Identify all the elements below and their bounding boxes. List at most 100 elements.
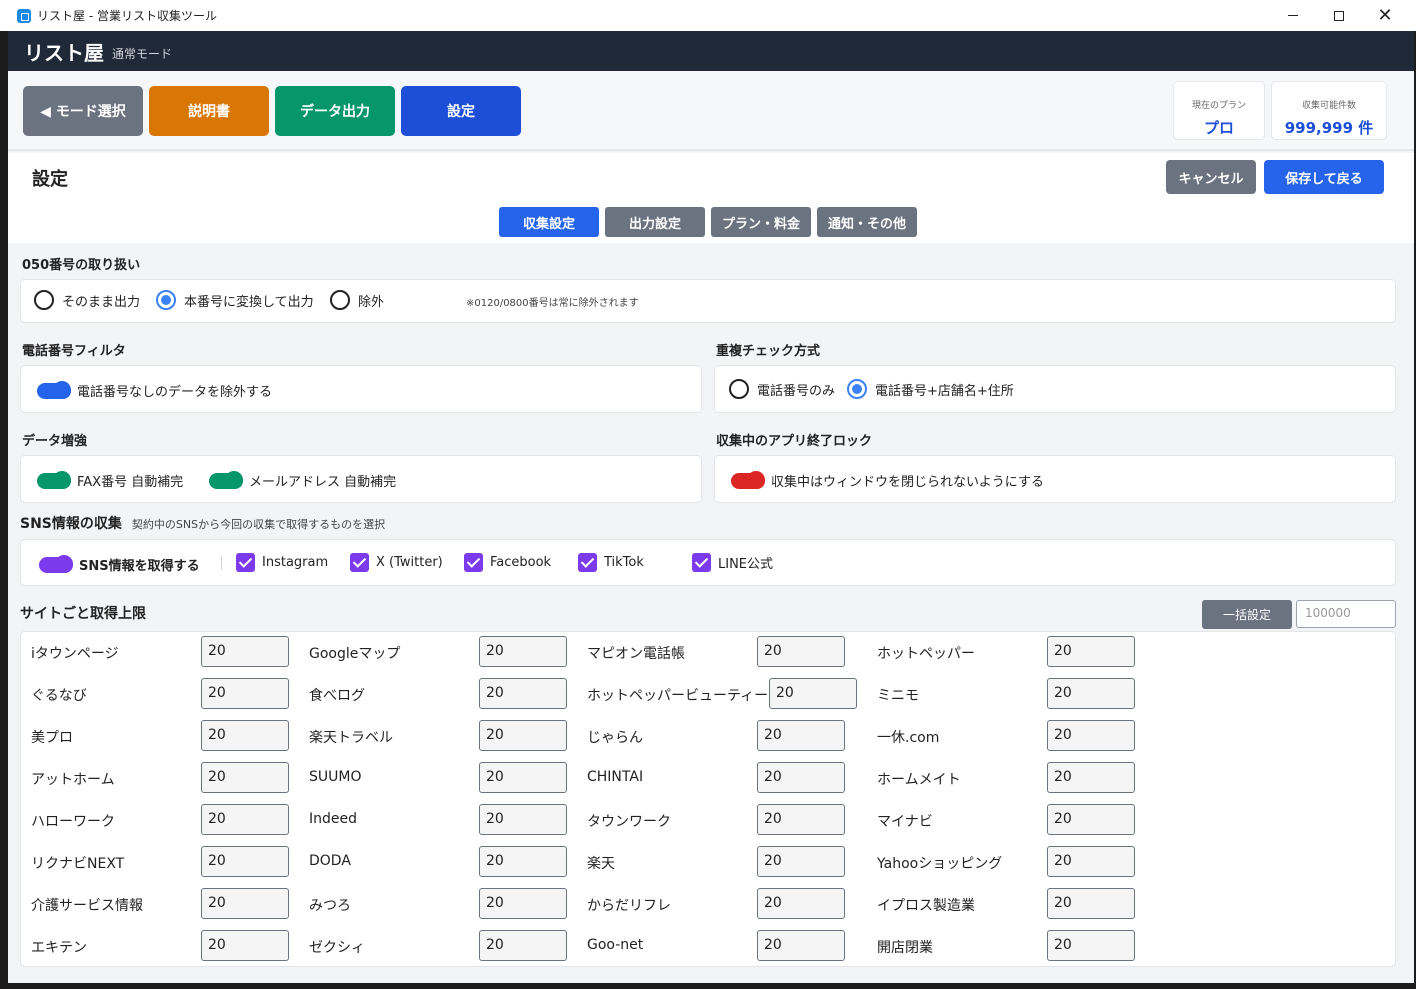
tab-collect[interactable]: 収集設定 [499,207,599,237]
site-limit-input[interactable]: 20 [201,930,289,961]
site-name-label: タウンワーク [587,814,671,830]
radio-label: そのまま出力 [62,294,141,310]
bulk-value-input[interactable]: 100000 [1296,600,1396,628]
settings-header: 設定 キャンセル 保存して戻る 収集設定 出力設定 プラン・料金 通知・その他 [8,153,1414,243]
site-limit-input[interactable]: 20 [479,930,567,961]
app-lock-toggle[interactable]: 収集中はウィンドウを閉じられないようにする [731,470,1044,490]
checkbox-label: X (Twitter) [376,555,443,570]
maximize-button[interactable] [1316,0,1362,31]
site-limit-input[interactable]: 20 [479,720,567,751]
site-limit-input[interactable]: 20 [201,888,289,919]
site-limit-input[interactable]: 20 [757,804,845,835]
site-name-label: Goo-net [587,937,644,953]
close-button[interactable]: ✕ [1362,0,1408,31]
site-limit-input[interactable]: 20 [757,762,845,793]
toggle-switch [209,470,243,489]
fax-toggle[interactable]: FAX番号 自動補完 [37,470,183,490]
sns-check-x[interactable]: X (Twitter) [350,553,443,572]
site-name-label: じゃらん [587,730,643,746]
site-limit-input[interactable]: 20 [201,678,289,709]
n050-note: ※0120/0800番号は常に除外されます [466,298,639,309]
phone-filter-toggle[interactable]: 電話番号なしのデータを除外する [37,380,272,400]
site-limit-input[interactable]: 20 [201,720,289,751]
site-limit-input[interactable]: 20 [201,846,289,877]
site-name-label: 介護サービス情報 [31,898,143,914]
export-button[interactable]: データ出力 [275,86,395,136]
site-limit-input[interactable]: 20 [479,678,567,709]
toggle-switch [39,554,73,573]
site-limit-input[interactable]: 20 [479,762,567,793]
settings-button[interactable]: 設定 [401,86,521,136]
site-name-label: ゼクシィ [309,940,365,956]
radio-label: 電話番号+店舗名+住所 [875,383,1014,399]
site-limit-input[interactable]: 20 [1047,720,1135,751]
site-name-label: ホットペッパービューティー [587,688,769,704]
checkbox-label: TikTok [604,555,644,570]
manual-button[interactable]: 説明書 [149,86,269,136]
save-button[interactable]: 保存して戻る [1264,160,1384,194]
dup-option-full[interactable]: 電話番号+店舗名+住所 [847,379,1014,399]
n050-option-keep[interactable]: そのまま出力 [34,290,140,310]
site-limit-input[interactable]: 20 [1047,930,1135,961]
site-limit-input[interactable]: 20 [757,888,845,919]
bulk-set-button[interactable]: 一括設定 [1202,600,1292,629]
minimize-icon [1288,15,1298,16]
sns-check-facebook[interactable]: Facebook [464,553,551,572]
site-name-label: ホームメイト [877,772,961,788]
app-mode: 通常モード [112,46,173,61]
sns-subtitle: 契約中のSNSから今回の収集で取得するものを選択 [131,518,386,531]
n050-option-convert[interactable]: 本番号に変換して出力 [156,290,314,310]
tab-other[interactable]: 通知・その他 [817,207,917,237]
site-name-label: 一休.com [877,730,940,746]
sns-check-line[interactable]: LINE公式 [692,553,773,572]
site-limit-input[interactable]: 20 [757,930,845,961]
sns-check-instagram[interactable]: Instagram [236,553,328,572]
site-limit-input[interactable]: 20 [201,804,289,835]
checkbox-checked-icon [578,553,597,572]
site-name-label: CHINTAI [587,769,644,785]
site-limit-input[interactable]: 20 [1047,888,1135,919]
email-toggle[interactable]: メールアドレス 自動補完 [209,470,396,490]
site-name-label: みつろ [309,898,351,914]
window-titlebar: リスト屋 - 営業リスト収集ツール ✕ [0,0,1416,31]
site-limit-input[interactable]: 20 [757,636,845,667]
site-limit-input[interactable]: 20 [1047,762,1135,793]
radio-icon [729,379,749,399]
dup-option-phone[interactable]: 電話番号のみ [729,379,835,399]
site-limits-title: サイトごと取得上限 [20,606,146,622]
site-limit-input[interactable]: 20 [201,636,289,667]
phone-filter-card: 電話番号なしのデータを除外する [20,365,702,413]
cancel-button[interactable]: キャンセル [1166,160,1256,194]
site-limit-input[interactable]: 20 [1047,846,1135,877]
minimize-button[interactable] [1270,0,1316,31]
sns-check-tiktok[interactable]: TikTok [578,553,644,572]
site-name-label: ホットペッパー [877,646,975,662]
site-limit-input[interactable]: 20 [769,678,857,709]
site-limit-input[interactable]: 20 [479,804,567,835]
site-limit-input[interactable]: 20 [201,762,289,793]
site-limit-input[interactable]: 20 [757,846,845,877]
site-name-label: ぐるなび [31,688,87,704]
site-limit-input[interactable]: 20 [479,846,567,877]
site-limit-input[interactable]: 20 [1047,636,1135,667]
quota-label: 収集可能件数 [1301,101,1356,111]
app-window: リスト屋 - 営業リスト収集ツール ✕ リスト屋 通常モード ◀ モード選択 説… [0,0,1416,989]
sns-toggle[interactable]: SNS情報を取得する [39,554,200,574]
phone-filter-title: 電話番号フィルタ [22,344,126,359]
app-lock-card: 収集中はウィンドウを閉じられないようにする [714,455,1396,503]
tab-plan[interactable]: プラン・料金 [711,207,811,237]
radio-label: 本番号に変換して出力 [184,294,314,310]
n050-option-exclude[interactable]: 除外 [330,290,384,310]
site-limit-input[interactable]: 20 [1047,804,1135,835]
tab-output[interactable]: 出力設定 [605,207,705,237]
mode-select-button[interactable]: ◀ モード選択 [23,86,143,136]
site-limit-input[interactable]: 20 [479,636,567,667]
page-title: 設定 [32,169,68,190]
site-limit-input[interactable]: 20 [479,888,567,919]
enrich-title: データ増強 [22,434,88,449]
app-content: リスト屋 通常モード ◀ モード選択 説明書 データ出力 設定 現在のプラン プ… [8,31,1414,983]
site-limit-input[interactable]: 20 [1047,678,1135,709]
checkbox-label: Instagram [262,555,329,570]
site-limit-input[interactable]: 20 [757,720,845,751]
site-name-label: エキテン [31,940,87,956]
